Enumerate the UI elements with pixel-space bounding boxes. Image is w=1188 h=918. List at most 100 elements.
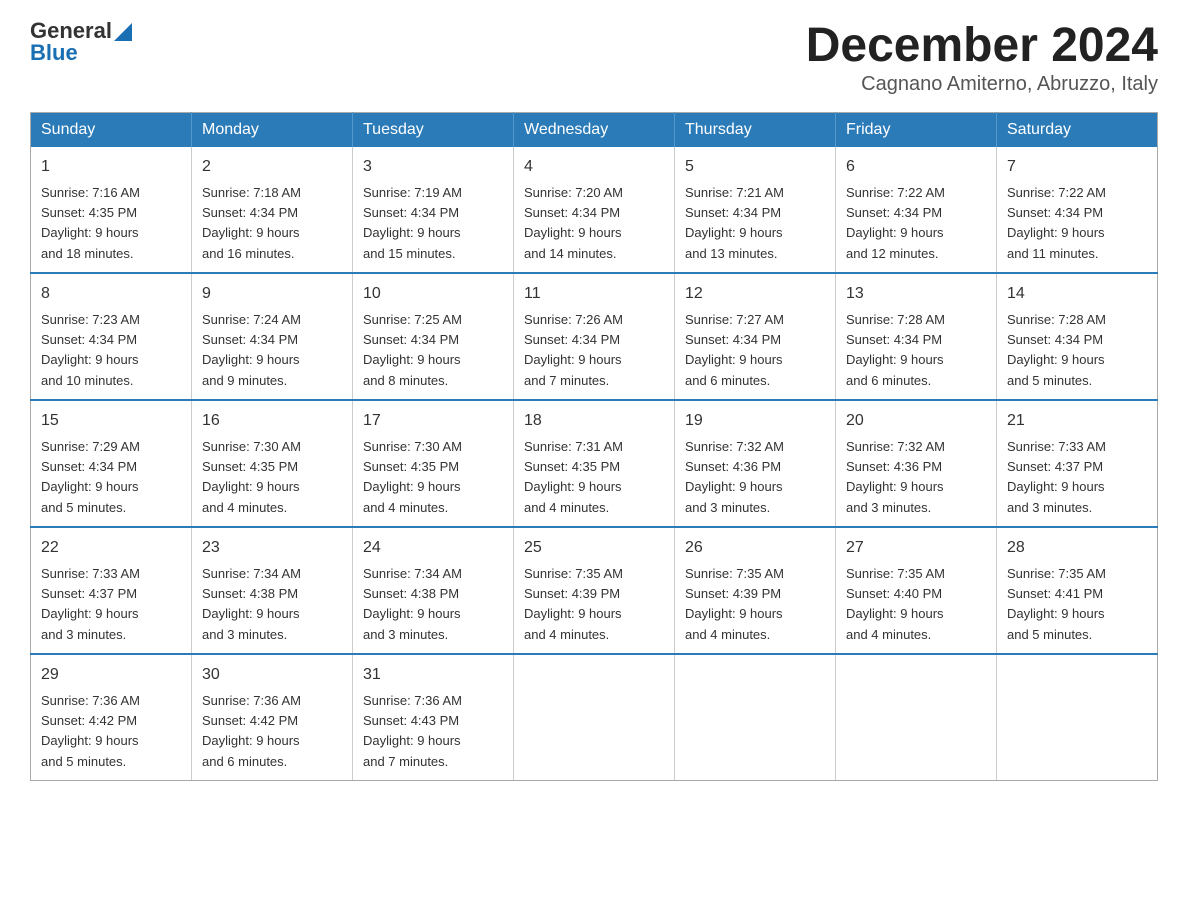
title-block: December 2024 Cagnano Amiterno, Abruzzo,… <box>806 20 1158 96</box>
table-row: 16 Sunrise: 7:30 AMSunset: 4:35 PMDayligh… <box>192 400 353 527</box>
table-row: 14 Sunrise: 7:28 AMSunset: 4:34 PMDayligh… <box>997 273 1158 400</box>
table-row: 23 Sunrise: 7:34 AMSunset: 4:38 PMDayligh… <box>192 527 353 654</box>
table-row: 12Sunrise: 7:27 AMSunset: 4:34 PMDayligh… <box>675 273 836 400</box>
day-info: Sunrise: 7:32 AMSunset: 4:36 PMDaylight:… <box>685 439 784 515</box>
page-header: General Blue December 2024 Cagnano Amite… <box>30 20 1158 96</box>
day-info: Sunrise: 7:36 AMSunset: 4:42 PMDaylight:… <box>202 693 301 769</box>
table-row: 19 Sunrise: 7:32 AMSunset: 4:36 PMDayligh… <box>675 400 836 527</box>
day-number: 13 <box>846 282 986 306</box>
day-info: Sunrise: 7:18 AMSunset: 4:34 PMDaylight:… <box>202 185 301 261</box>
day-number: 5 <box>685 155 825 179</box>
day-number: 27 <box>846 536 986 560</box>
table-row <box>675 654 836 781</box>
table-row: 24 Sunrise: 7:34 AMSunset: 4:38 PMDayligh… <box>353 527 514 654</box>
table-row: 4 Sunrise: 7:20 AMSunset: 4:34 PMDaylight… <box>514 147 675 273</box>
day-info: Sunrise: 7:35 AMSunset: 4:39 PMDaylight:… <box>685 566 784 642</box>
day-number: 26 <box>685 536 825 560</box>
table-row: 10 Sunrise: 7:25 AMSunset: 4:34 PMDayligh… <box>353 273 514 400</box>
day-info: Sunrise: 7:35 AMSunset: 4:39 PMDaylight:… <box>524 566 623 642</box>
table-row: 18 Sunrise: 7:31 AMSunset: 4:35 PMDayligh… <box>514 400 675 527</box>
day-number: 9 <box>202 282 342 306</box>
day-number: 6 <box>846 155 986 179</box>
day-info: Sunrise: 7:28 AMSunset: 4:34 PMDaylight:… <box>1007 312 1106 388</box>
calendar-week-row: 8Sunrise: 7:23 AMSunset: 4:34 PMDaylight… <box>31 273 1158 400</box>
day-number: 23 <box>202 536 342 560</box>
day-info: Sunrise: 7:24 AMSunset: 4:34 PMDaylight:… <box>202 312 301 388</box>
day-number: 28 <box>1007 536 1147 560</box>
table-row: 15 Sunrise: 7:29 AMSunset: 4:34 PMDayligh… <box>31 400 192 527</box>
day-number: 14 <box>1007 282 1147 306</box>
day-number: 16 <box>202 409 342 433</box>
day-number: 3 <box>363 155 503 179</box>
table-row: 11 Sunrise: 7:26 AMSunset: 4:34 PMDayligh… <box>514 273 675 400</box>
page-subtitle: Cagnano Amiterno, Abruzzo, Italy <box>806 73 1158 96</box>
day-number: 24 <box>363 536 503 560</box>
day-info: Sunrise: 7:27 AMSunset: 4:34 PMDaylight:… <box>685 312 784 388</box>
day-number: 17 <box>363 409 503 433</box>
day-info: Sunrise: 7:32 AMSunset: 4:36 PMDaylight:… <box>846 439 945 515</box>
table-row: 13 Sunrise: 7:28 AMSunset: 4:34 PMDayligh… <box>836 273 997 400</box>
col-friday: Friday <box>836 112 997 147</box>
day-info: Sunrise: 7:26 AMSunset: 4:34 PMDaylight:… <box>524 312 623 388</box>
logo-general-text: General <box>30 20 112 42</box>
day-number: 10 <box>363 282 503 306</box>
calendar-week-row: 15 Sunrise: 7:29 AMSunset: 4:34 PMDayligh… <box>31 400 1158 527</box>
day-number: 2 <box>202 155 342 179</box>
day-number: 15 <box>41 409 181 433</box>
day-info: Sunrise: 7:30 AMSunset: 4:35 PMDaylight:… <box>202 439 301 515</box>
table-row: 6Sunrise: 7:22 AMSunset: 4:34 PMDaylight… <box>836 147 997 273</box>
table-row: 28 Sunrise: 7:35 AMSunset: 4:41 PMDayligh… <box>997 527 1158 654</box>
day-number: 29 <box>41 663 181 687</box>
day-info: Sunrise: 7:23 AMSunset: 4:34 PMDaylight:… <box>41 312 140 388</box>
day-number: 18 <box>524 409 664 433</box>
table-row: 21Sunrise: 7:33 AMSunset: 4:37 PMDayligh… <box>997 400 1158 527</box>
day-info: Sunrise: 7:31 AMSunset: 4:35 PMDaylight:… <box>524 439 623 515</box>
table-row: 26 Sunrise: 7:35 AMSunset: 4:39 PMDayligh… <box>675 527 836 654</box>
logo: General Blue <box>30 20 132 64</box>
day-info: Sunrise: 7:35 AMSunset: 4:40 PMDaylight:… <box>846 566 945 642</box>
day-info: Sunrise: 7:28 AMSunset: 4:34 PMDaylight:… <box>846 312 945 388</box>
day-info: Sunrise: 7:36 AMSunset: 4:43 PMDaylight:… <box>363 693 462 769</box>
calendar-header-row: Sunday Monday Tuesday Wednesday Thursday… <box>31 112 1158 147</box>
day-number: 25 <box>524 536 664 560</box>
day-info: Sunrise: 7:29 AMSunset: 4:34 PMDaylight:… <box>41 439 140 515</box>
col-monday: Monday <box>192 112 353 147</box>
day-info: Sunrise: 7:33 AMSunset: 4:37 PMDaylight:… <box>1007 439 1106 515</box>
table-row: 3Sunrise: 7:19 AMSunset: 4:34 PMDaylight… <box>353 147 514 273</box>
table-row: 30 Sunrise: 7:36 AMSunset: 4:42 PMDayligh… <box>192 654 353 781</box>
day-info: Sunrise: 7:36 AMSunset: 4:42 PMDaylight:… <box>41 693 140 769</box>
logo-triangle-icon <box>114 23 132 41</box>
col-saturday: Saturday <box>997 112 1158 147</box>
table-row: 9 Sunrise: 7:24 AMSunset: 4:34 PMDaylight… <box>192 273 353 400</box>
col-tuesday: Tuesday <box>353 112 514 147</box>
day-info: Sunrise: 7:35 AMSunset: 4:41 PMDaylight:… <box>1007 566 1106 642</box>
day-info: Sunrise: 7:16 AMSunset: 4:35 PMDaylight:… <box>41 185 140 261</box>
day-number: 19 <box>685 409 825 433</box>
calendar-week-row: 1Sunrise: 7:16 AMSunset: 4:35 PMDaylight… <box>31 147 1158 273</box>
day-number: 11 <box>524 282 664 306</box>
day-number: 30 <box>202 663 342 687</box>
logo-blue-text: Blue <box>30 42 78 64</box>
table-row <box>836 654 997 781</box>
day-number: 4 <box>524 155 664 179</box>
day-info: Sunrise: 7:33 AMSunset: 4:37 PMDaylight:… <box>41 566 140 642</box>
day-info: Sunrise: 7:20 AMSunset: 4:34 PMDaylight:… <box>524 185 623 261</box>
table-row: 29 Sunrise: 7:36 AMSunset: 4:42 PMDayligh… <box>31 654 192 781</box>
day-number: 22 <box>41 536 181 560</box>
calendar-table: Sunday Monday Tuesday Wednesday Thursday… <box>30 112 1158 781</box>
day-info: Sunrise: 7:34 AMSunset: 4:38 PMDaylight:… <box>202 566 301 642</box>
calendar-week-row: 22 Sunrise: 7:33 AMSunset: 4:37 PMDayligh… <box>31 527 1158 654</box>
day-info: Sunrise: 7:22 AMSunset: 4:34 PMDaylight:… <box>1007 185 1106 261</box>
table-row <box>514 654 675 781</box>
table-row: 7 Sunrise: 7:22 AMSunset: 4:34 PMDaylight… <box>997 147 1158 273</box>
day-info: Sunrise: 7:21 AMSunset: 4:34 PMDaylight:… <box>685 185 784 261</box>
table-row: 27 Sunrise: 7:35 AMSunset: 4:40 PMDayligh… <box>836 527 997 654</box>
calendar-week-row: 29 Sunrise: 7:36 AMSunset: 4:42 PMDayligh… <box>31 654 1158 781</box>
table-row: 2 Sunrise: 7:18 AMSunset: 4:34 PMDaylight… <box>192 147 353 273</box>
day-info: Sunrise: 7:25 AMSunset: 4:34 PMDaylight:… <box>363 312 462 388</box>
day-number: 31 <box>363 663 503 687</box>
table-row: 31 Sunrise: 7:36 AMSunset: 4:43 PMDayligh… <box>353 654 514 781</box>
day-number: 7 <box>1007 155 1147 179</box>
table-row: 5 Sunrise: 7:21 AMSunset: 4:34 PMDaylight… <box>675 147 836 273</box>
day-info: Sunrise: 7:34 AMSunset: 4:38 PMDaylight:… <box>363 566 462 642</box>
